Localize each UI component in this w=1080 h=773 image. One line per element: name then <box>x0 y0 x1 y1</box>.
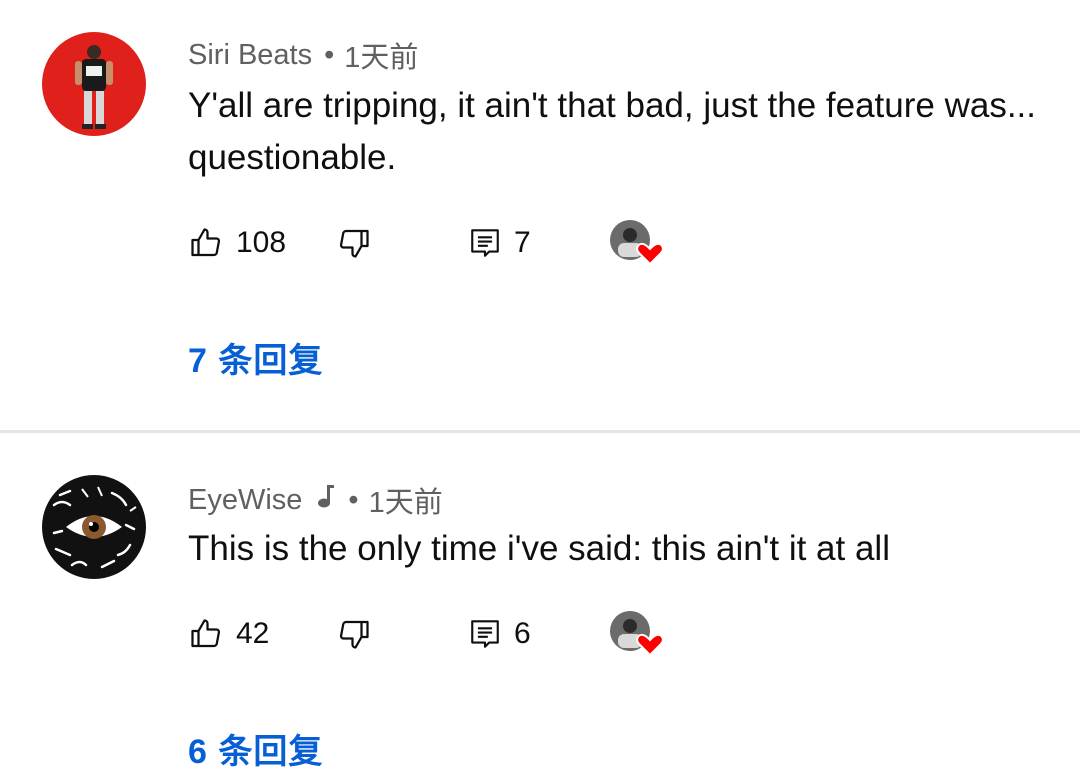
like-count: 42 <box>236 617 270 650</box>
creator-heart-icon <box>610 220 664 266</box>
comment-item: Siri Beats • 1天前 Y'all are tripping, it … <box>0 0 1080 430</box>
comment-time: 1天前 <box>368 487 443 519</box>
comment-meta: EyeWise • 1天前 <box>188 479 443 521</box>
like-button[interactable]: 42 <box>188 609 269 659</box>
eye-graffiti-avatar-icon <box>42 475 146 579</box>
dislike-button[interactable] <box>336 218 372 268</box>
thumbs-up-icon <box>191 228 221 257</box>
view-replies-link[interactable]: 6 条回复 <box>188 724 323 773</box>
reply-comment-icon <box>471 620 499 648</box>
reply-count: 6 <box>514 617 531 650</box>
author-name[interactable]: Siri Beats <box>188 39 312 72</box>
person-avatar-icon <box>42 32 146 136</box>
reply-button[interactable]: 6 <box>468 609 531 659</box>
view-replies-link[interactable]: 7 条回复 <box>188 333 323 382</box>
creator-heart-badge <box>608 218 666 268</box>
thumbs-up-icon <box>191 619 221 648</box>
thumbs-down-icon <box>339 620 369 649</box>
reply-count: 7 <box>514 226 531 259</box>
comment-actions: 42 6 <box>188 609 688 659</box>
creator-heart-badge <box>608 609 666 659</box>
comment-text: Y'all are tripping, it ain't that bad, j… <box>188 86 1036 177</box>
like-button[interactable]: 108 <box>188 218 286 268</box>
reply-comment-icon <box>471 229 499 257</box>
comment-actions: 108 7 <box>188 218 688 268</box>
author-avatar[interactable] <box>42 475 146 579</box>
reply-button[interactable]: 7 <box>468 218 531 268</box>
comment-text: This is the only time i've said: this ai… <box>188 529 890 568</box>
like-count: 108 <box>236 226 287 259</box>
thumbs-down-icon <box>339 229 369 258</box>
music-note-icon <box>314 482 336 518</box>
meta-separator: • <box>324 38 335 71</box>
comment-time: 1天前 <box>344 42 419 74</box>
dislike-button[interactable] <box>336 609 372 659</box>
creator-heart-icon <box>610 611 664 657</box>
comment-item: EyeWise • 1天前 This is the only time i've… <box>0 433 1080 773</box>
meta-separator: • <box>348 483 359 516</box>
author-avatar[interactable] <box>42 32 146 136</box>
comment-meta: Siri Beats • 1天前 <box>188 34 418 76</box>
author-name[interactable]: EyeWise <box>188 484 302 517</box>
